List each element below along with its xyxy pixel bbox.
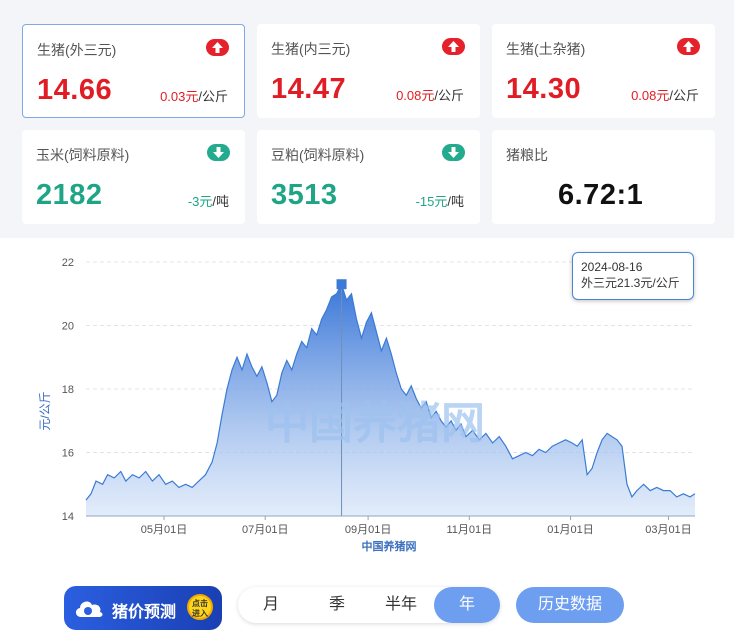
y-tick-label: 20 xyxy=(62,321,74,333)
card-label: 猪粮比 xyxy=(506,147,548,163)
x-tick-label: 05月01日 xyxy=(141,524,187,536)
card-change: -3元/吨 xyxy=(187,194,229,209)
history-data-button[interactable]: 历史数据 xyxy=(516,587,624,623)
chart-tooltip: 2024-08-16 外三元21.3元/公斤 xyxy=(572,252,694,300)
card-label: 豆粕(饲料原料) xyxy=(271,147,365,163)
down-arrow-icon xyxy=(442,144,465,161)
tab-quarter[interactable]: 季 xyxy=(304,587,370,623)
card-pig-outer[interactable]: 生猪(外三元) 14.66 0.03元/公斤 xyxy=(22,24,245,118)
price-forecast-button[interactable]: 猪价预测 点击进入 xyxy=(64,586,222,630)
y-axis-label: 元/公斤 xyxy=(38,391,52,430)
x-tick-label: 01月01日 xyxy=(547,524,593,536)
range-selector: 月 季 半年 年 xyxy=(238,587,500,623)
down-arrow-icon xyxy=(207,144,230,161)
card-value: 14.30 xyxy=(506,73,582,105)
tab-month[interactable]: 月 xyxy=(238,587,304,623)
card-pig-local[interactable]: 生猪(土杂猪) 14.30 0.08元/公斤 xyxy=(492,24,715,118)
y-tick-label: 18 xyxy=(62,384,74,396)
card-value: 2182 xyxy=(36,179,103,211)
card-change: 0.08元/公斤 xyxy=(396,88,464,103)
card-label: 生猪(内三元) xyxy=(271,41,351,57)
card-change: -15元/吨 xyxy=(415,194,464,209)
tab-half-year[interactable]: 半年 xyxy=(368,587,434,623)
card-change: 0.03元/公斤 xyxy=(160,89,228,104)
up-arrow-icon xyxy=(442,38,465,55)
watermark: 中国养猪网 xyxy=(265,399,485,448)
up-arrow-icon xyxy=(206,39,229,56)
card-label: 生猪(外三元) xyxy=(37,42,117,58)
card-label: 生猪(土杂猪) xyxy=(506,41,586,57)
tooltip-date: 2024-08-16 xyxy=(581,260,643,274)
tooltip-value: 外三元21.3元/公斤 xyxy=(581,276,680,290)
click-enter-seal: 点击进入 xyxy=(187,594,213,620)
tab-year[interactable]: 年 xyxy=(434,587,500,623)
y-tick-label: 16 xyxy=(62,448,74,460)
card-change: 0.08元/公斤 xyxy=(631,88,699,103)
x-tick-label: 09月01日 xyxy=(345,524,391,536)
up-arrow-icon xyxy=(677,38,700,55)
x-tick-label: 03月01日 xyxy=(645,524,691,536)
x-axis-label: 中国养猪网 xyxy=(362,539,417,553)
card-corn[interactable]: 玉米(饲料原料) 2182 -3元/吨 xyxy=(22,130,245,224)
card-pig-inner[interactable]: 生猪(内三元) 14.47 0.08元/公斤 xyxy=(257,24,480,118)
x-tick-label: 07月01日 xyxy=(242,524,288,536)
card-value: 3513 xyxy=(271,179,338,211)
y-tick-label: 22 xyxy=(62,257,74,269)
card-pig-grain-ratio[interactable]: 猪粮比 6.72:1 xyxy=(492,130,715,224)
cloud-icon xyxy=(75,601,103,617)
x-tick-label: 11月01日 xyxy=(446,524,492,536)
card-value: 14.66 xyxy=(37,74,113,106)
y-tick-label: 14 xyxy=(62,511,74,523)
card-value: 14.47 xyxy=(271,73,347,105)
forecast-label: 猪价预测 xyxy=(112,604,177,621)
card-label: 玉米(饲料原料) xyxy=(36,147,130,163)
highlight-point xyxy=(336,279,347,290)
card-value: 6.72:1 xyxy=(558,179,644,211)
card-soymeal[interactable]: 豆粕(饲料原料) 3513 -15元/吨 xyxy=(257,130,480,224)
